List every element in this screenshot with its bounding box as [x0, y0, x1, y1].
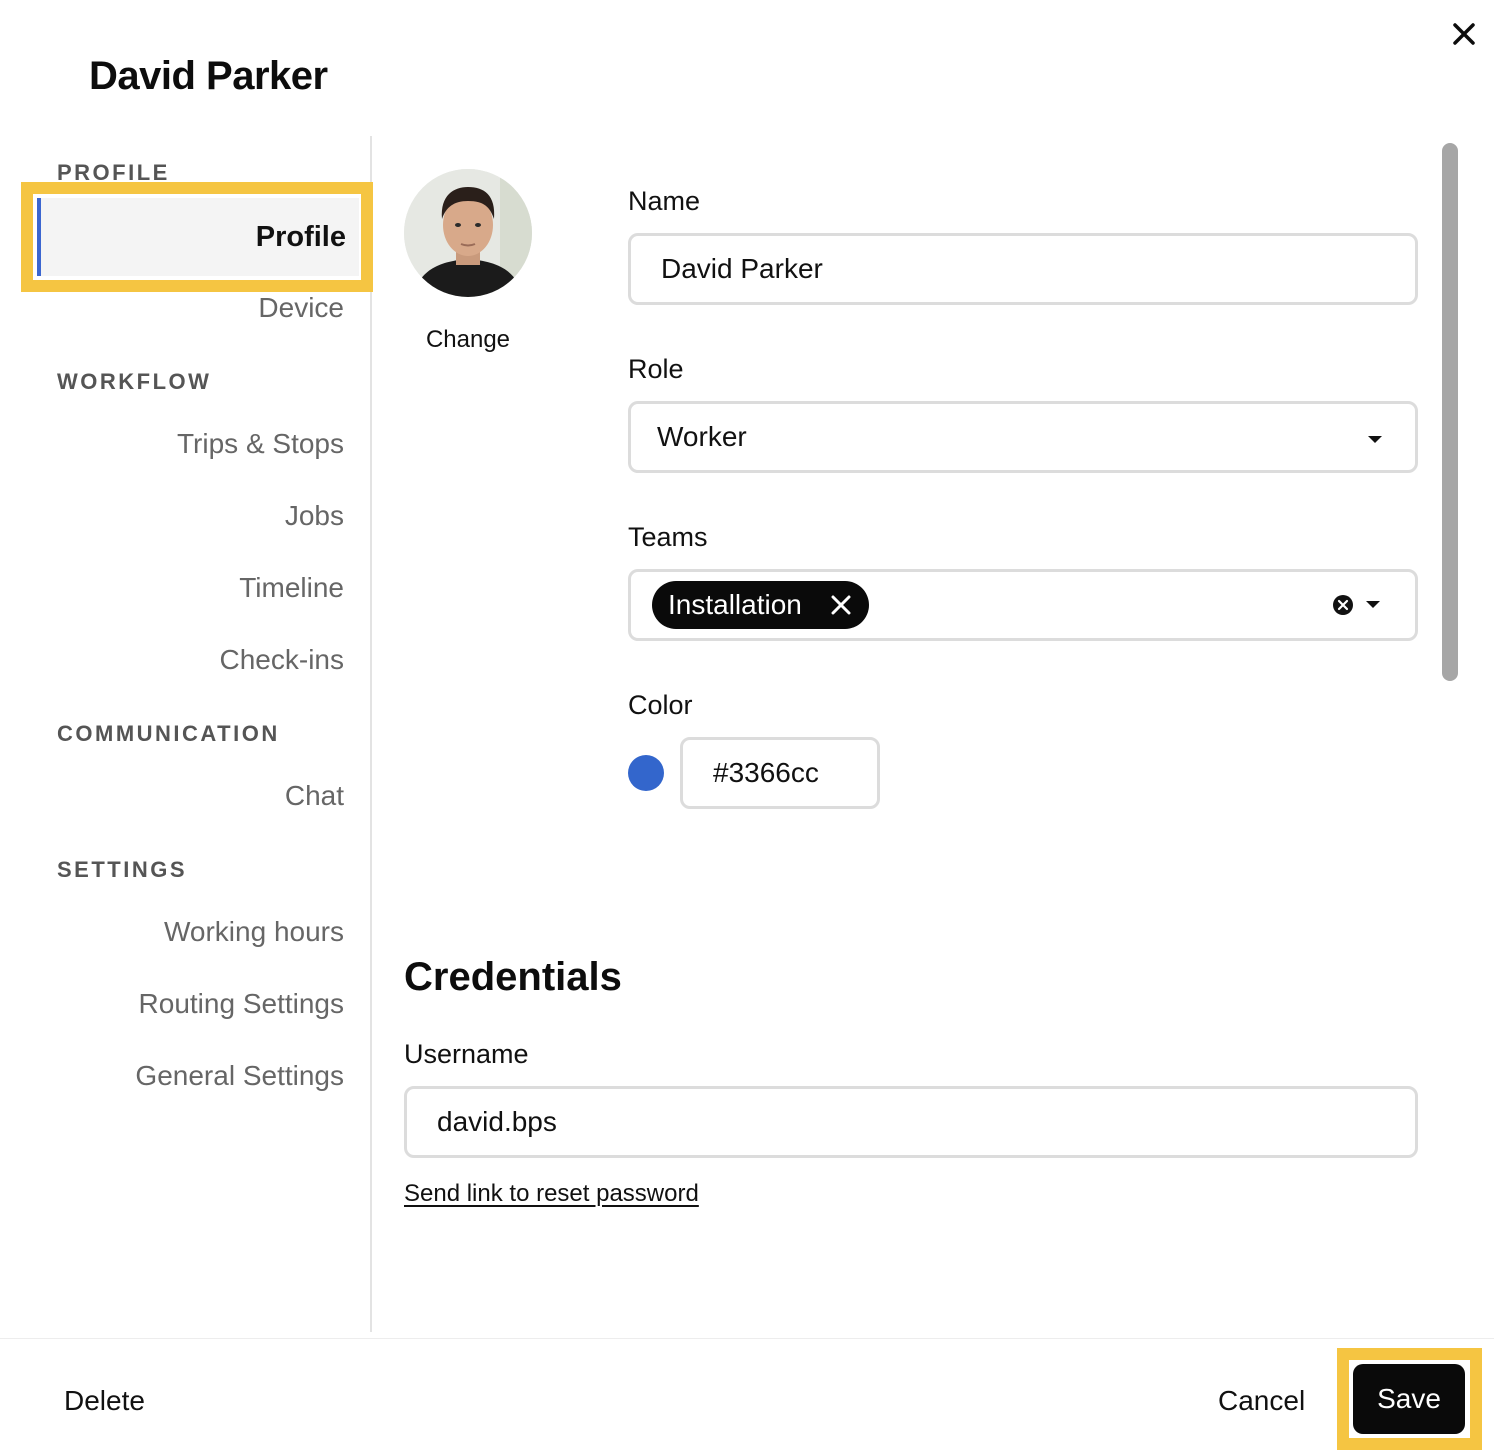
- username-label: Username: [404, 1039, 529, 1069]
- delete-button[interactable]: Delete: [64, 1385, 145, 1417]
- role-select[interactable]: Worker: [628, 401, 1418, 473]
- sidebar-item-device[interactable]: Device: [258, 292, 344, 324]
- avatar[interactable]: [404, 169, 532, 297]
- sidebar-item-jobs[interactable]: Jobs: [285, 500, 344, 532]
- color-value: #3366cc: [713, 757, 819, 788]
- team-chip: Installation: [652, 581, 869, 629]
- sidebar-item-check-ins[interactable]: Check-ins: [220, 644, 344, 676]
- sidebar-item-timeline[interactable]: Timeline: [239, 572, 344, 604]
- section-label-communication: COMMUNICATION: [57, 721, 280, 746]
- chevron-down-icon: [1368, 436, 1382, 443]
- scrollbar-thumb[interactable]: [1442, 143, 1458, 681]
- sidebar-item-working-hours[interactable]: Working hours: [164, 916, 344, 948]
- username-value: david.bps: [437, 1106, 557, 1137]
- sidebar-item-trips-stops[interactable]: Trips & Stops: [177, 428, 344, 460]
- settings-sidebar: PROFILE Profile Device WORKFLOW Trips & …: [0, 136, 373, 1332]
- reset-password-link[interactable]: Send link to reset password: [404, 1180, 699, 1208]
- cancel-button[interactable]: Cancel: [1218, 1385, 1305, 1417]
- sidebar-item-profile[interactable]: Profile: [37, 198, 359, 276]
- username-input[interactable]: david.bps: [404, 1086, 1418, 1158]
- sidebar-item-chat[interactable]: Chat: [285, 780, 344, 812]
- section-label-settings: SETTINGS: [57, 857, 188, 882]
- avatar-photo: [404, 169, 532, 297]
- team-chip-label: Installation: [668, 589, 802, 620]
- sidebar-item-routing-settings[interactable]: Routing Settings: [139, 988, 344, 1020]
- color-swatch[interactable]: [628, 755, 664, 791]
- name-value: David Parker: [661, 253, 823, 284]
- dialog-title: David Parker: [89, 54, 328, 98]
- credentials-heading: Credentials: [404, 955, 622, 999]
- name-label: Name: [628, 186, 701, 216]
- close-button[interactable]: [1446, 16, 1482, 52]
- footer-divider: [0, 1338, 1494, 1339]
- section-label-workflow: WORKFLOW: [57, 369, 212, 394]
- teams-label: Teams: [628, 522, 708, 552]
- role-value: Worker: [657, 421, 747, 452]
- close-icon: [1453, 23, 1475, 45]
- clear-selection-icon[interactable]: [1332, 594, 1354, 616]
- color-label: Color: [628, 690, 693, 720]
- remove-chip-icon[interactable]: [831, 595, 851, 615]
- save-button[interactable]: Save: [1353, 1364, 1465, 1434]
- chevron-down-icon[interactable]: [1365, 600, 1381, 610]
- sidebar-item-general-settings[interactable]: General Settings: [135, 1060, 344, 1092]
- change-photo-link[interactable]: Change: [404, 326, 532, 354]
- color-input[interactable]: #3366cc: [680, 737, 880, 809]
- save-button-label: Save: [1377, 1383, 1441, 1414]
- sidebar-item-label: Profile: [255, 220, 346, 253]
- role-label: Role: [628, 354, 684, 384]
- name-input[interactable]: David Parker: [628, 233, 1418, 305]
